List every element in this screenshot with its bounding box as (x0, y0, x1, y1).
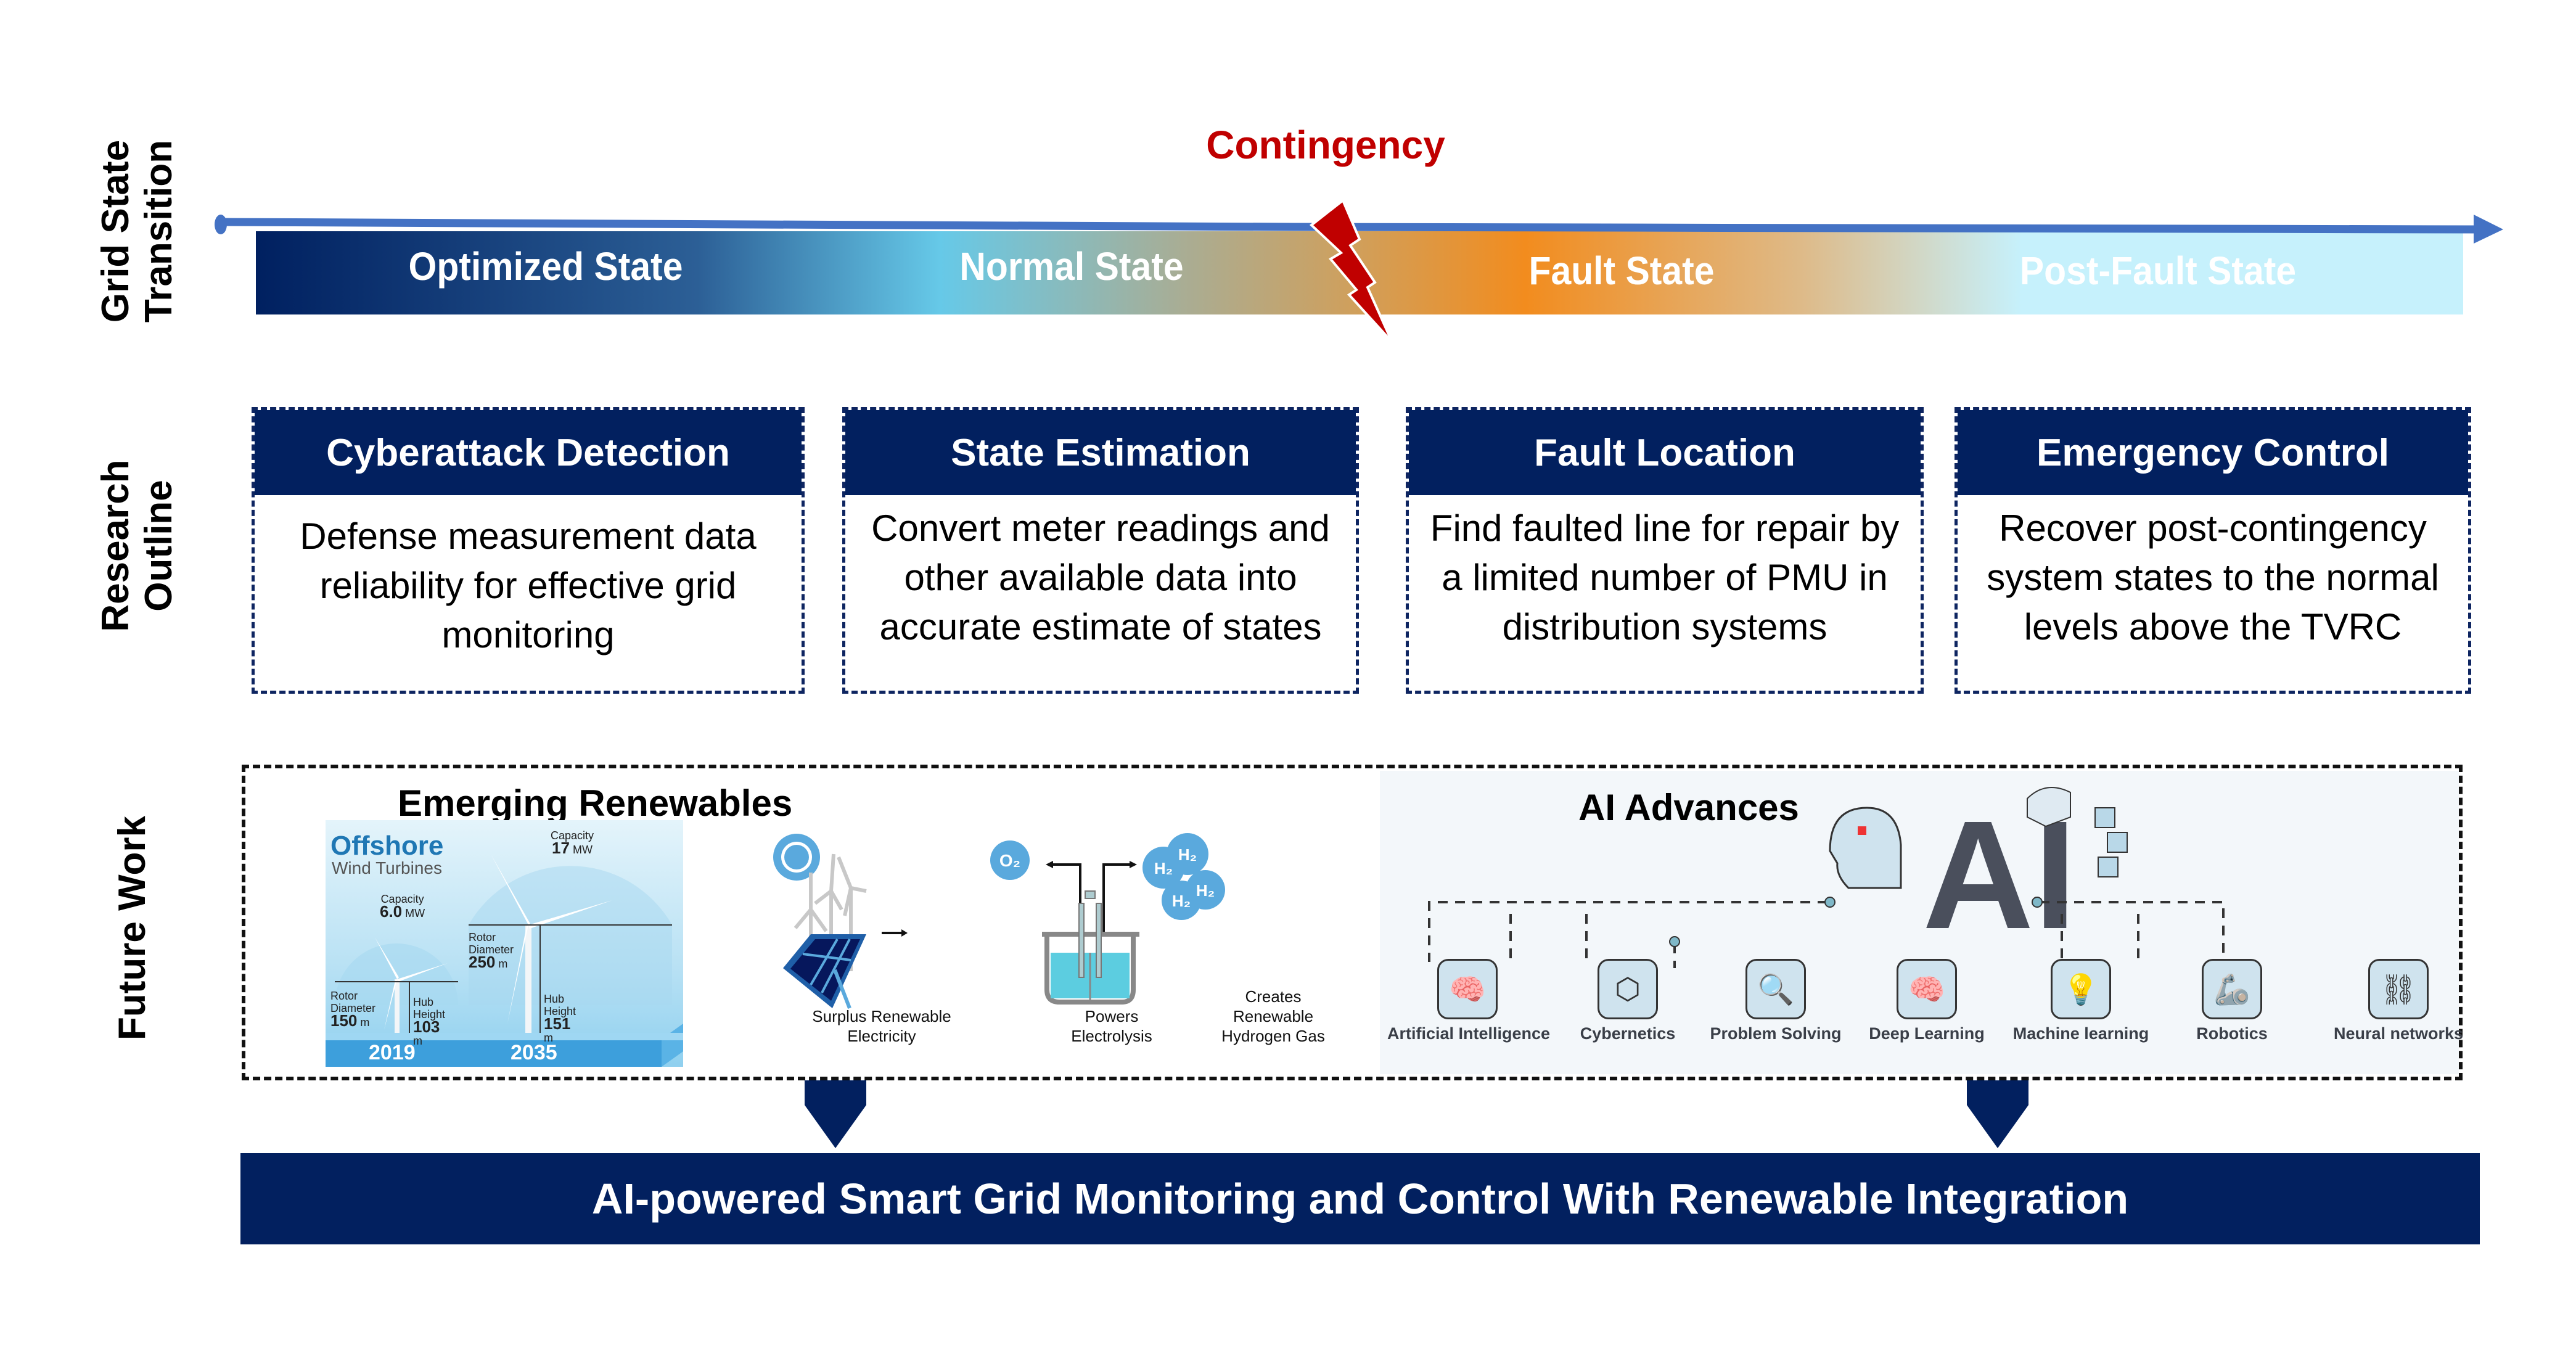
research-card-fault-location: Fault Location Find faulted line for rep… (1406, 407, 1924, 694)
ai-item: 🦾 Robotics (2152, 959, 2312, 1043)
hydrogen-molecules-icon: H₂ H₂ H₂ H₂ (1142, 833, 1225, 920)
ai-head-icon (1829, 807, 1902, 889)
capacity-unit: MW (405, 907, 425, 919)
turbine-2019-capacity: Capacity 6.0 MW (380, 893, 425, 919)
offshore-subheading: Wind Turbines (332, 858, 442, 877)
ai-item: ⬡ Cybernetics (1548, 959, 1708, 1043)
ai-item: 🧠 Artificial Intelligence (1387, 959, 1551, 1043)
offshore-wind-infographic: Offshore Wind Turbines Capacity 6.0 MW C… (326, 820, 683, 1067)
hydrogen-step-creates: Creates Renewable Hydrogen Gas (1221, 987, 1325, 1045)
turbine-2035-rotor: Rotor Diameter 250 m (469, 931, 514, 971)
capacity-value: 17 (552, 839, 570, 857)
svg-text:H₂: H₂ (1178, 845, 1197, 864)
card-description: Defense measurement data reliability for… (300, 516, 757, 655)
offshore-heading: Offshore (330, 831, 444, 861)
svg-text:O₂: O₂ (999, 851, 1020, 870)
card-title: Fault Location (1409, 410, 1921, 495)
ai-head-icon: 🧠 (1437, 959, 1498, 1019)
cybernetics-cubes-icon: ⬡ (1598, 959, 1658, 1019)
electrolysis-beaker-icon (1042, 861, 1139, 1005)
robotics-arm-icon: 🦾 (2202, 959, 2262, 1019)
connector-lines (1428, 901, 2225, 968)
problem-solving-magnifier-icon: 🔍 (1745, 959, 1806, 1019)
capacity-unit: MW (572, 844, 593, 856)
turbine-2019-hub: Hub Height 103 m (413, 996, 450, 1047)
turbine-2035-capacity: Capacity 17 MW (551, 829, 594, 856)
rotor-label: Rotor Diameter (330, 990, 376, 1014)
card-title: Cyberattack Detection (255, 410, 802, 495)
neural-network-icon: ⛓ (2368, 959, 2429, 1019)
rotor-unit: m (498, 958, 508, 970)
down-arrow-renewables-icon (805, 1080, 866, 1148)
contingency-label: Contingency (1206, 123, 1445, 167)
turbine-year-2035: 2035 (511, 1041, 557, 1064)
svg-text:H₂: H₂ (1196, 881, 1215, 900)
ai-item: 🔍 Problem Solving (1696, 959, 1856, 1043)
ai-item-label: Robotics (2196, 1024, 2268, 1043)
card-title: State Estimation (845, 410, 1356, 495)
solar-panel-icon (783, 934, 866, 1009)
hydrogen-step-electrolysis: Powers Electrolysis (1071, 1007, 1152, 1045)
card-title: Emergency Control (1958, 410, 2468, 495)
timeline-arrowhead-icon (2474, 215, 2503, 244)
state-optimized: Optimized State (408, 244, 683, 289)
rotor-label: Rotor Diameter (469, 931, 514, 956)
hub-label: Hub Height (544, 993, 576, 1017)
card-description: Convert meter readings and other availab… (871, 507, 1330, 647)
oxygen-molecule-icon: O₂ (990, 840, 1030, 880)
ai-item-label: Problem Solving (1710, 1024, 1842, 1043)
ai-item-label: Cybernetics (1580, 1024, 1676, 1043)
row-label-future-work: Future Work (111, 789, 154, 1067)
hub-value: 151 (544, 1014, 571, 1033)
research-card-state-estimation: State Estimation Convert meter readings … (842, 407, 1359, 694)
capacity-value: 6.0 (380, 902, 403, 921)
research-card-cyberattack-detection: Cyberattack Detection Defense measuremen… (252, 407, 805, 694)
down-arrow-ai-icon (1967, 1080, 2028, 1148)
arrow-right-icon (882, 929, 908, 937)
state-post-fault: Post-Fault State (2019, 249, 2297, 293)
hydrogen-step-surplus: Surplus Renewable Electricity (812, 1007, 951, 1045)
machine-learning-bulb-icon: 💡 (2051, 959, 2111, 1019)
deep-learning-brain-icon: 🧠 (1897, 959, 1957, 1019)
state-fault: Fault State (1528, 249, 1715, 293)
card-description: Recover post-contingency system states t… (1987, 507, 2439, 647)
turbine-2019-rotor: Rotor Diameter 150 m (330, 990, 376, 1030)
row-label-research-outline: Research Outline (94, 407, 181, 684)
rotor-value: 250 (469, 953, 496, 971)
timeline-start-dot (215, 215, 227, 234)
ai-item-label: Machine learning (2012, 1024, 2149, 1043)
ai-item-label: Deep Learning (1869, 1024, 1985, 1043)
turbine-year-2019: 2019 (369, 1041, 416, 1064)
ai-item: 🧠 Deep Learning (1847, 959, 2007, 1043)
card-description: Find faulted line for repair by a limite… (1430, 507, 1900, 647)
row-label-line: Outline (137, 480, 180, 612)
ai-item: 💡 Machine learning (2001, 959, 2161, 1043)
research-card-emergency-control: Emergency Control Recover post-contingen… (1955, 407, 2471, 694)
row-label-line: Future Work (111, 816, 154, 1040)
ai-item: ⛓ Neural networks (2318, 959, 2479, 1043)
ai-item-label: Artificial Intelligence (1387, 1024, 1551, 1043)
hub-value: 103 (413, 1017, 440, 1036)
ai-item-label: Neural networks (2333, 1024, 2464, 1043)
emerging-renewables-title: Emerging Renewables (398, 783, 793, 824)
turbine-2035-hub: Hub Height 151 m (544, 993, 581, 1044)
cubes-icon (2094, 807, 2128, 877)
rotor-unit: m (360, 1016, 370, 1029)
hub-label: Hub Height (413, 996, 446, 1021)
rotor-value: 150 (330, 1011, 358, 1030)
grid-state-timeline (215, 198, 2503, 343)
conclusion-banner: AI-powered Smart Grid Monitoring and Con… (240, 1153, 2480, 1244)
state-normal: Normal State (959, 244, 1184, 289)
sun-icon (773, 834, 820, 881)
row-label-line: Research (94, 459, 137, 632)
